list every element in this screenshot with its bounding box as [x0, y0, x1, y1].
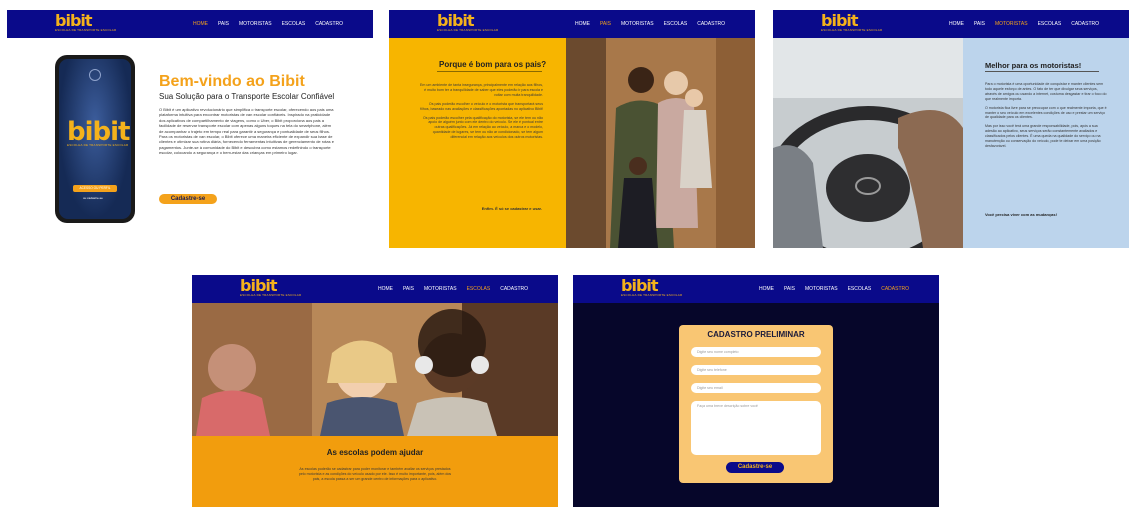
section-title: Melhor para os motoristas! [985, 61, 1082, 70]
logo-text: bibit [821, 11, 859, 30]
logo-text: bibit [55, 11, 93, 30]
submit-button[interactable]: Cadastre-se [726, 462, 784, 473]
paragraph: Os pais poderão escolher o veículo e o m… [420, 101, 543, 111]
nav-escolas[interactable]: ESCOLAS [848, 286, 872, 292]
nav-home[interactable]: HOME [759, 286, 774, 292]
signup-button[interactable]: Cadastre-se [159, 194, 217, 204]
nav-cadastro[interactable]: CADASTRO [500, 286, 528, 292]
form-title: CADASTRO PRELIMINAR [707, 330, 805, 339]
brand-logo[interactable]: bibit ESCOLHA DE TRANSPORTE ESCOLAR [55, 11, 117, 34]
section-text: As escolas poderão se cadastrar para pod… [298, 467, 452, 481]
motoristas-content: Melhor para os motoristas! Para o motori… [963, 38, 1129, 248]
nav-motoristas[interactable]: MOTORISTAS [424, 286, 457, 292]
steering-wheel-photo [773, 38, 963, 248]
nav-cadastro[interactable]: CADASTRO [697, 21, 725, 27]
pais-content: Porque é bom para os pais? Em um ambient… [389, 38, 566, 248]
paragraph: Em um ambiente de tanta insegurança, pri… [419, 83, 543, 97]
nav-home[interactable]: HOME [378, 286, 393, 292]
phone-screen: bibit ESCOLHA DE TRANSPORTE ESCOLAR ACES… [59, 59, 131, 219]
page-title: Bem-vindo ao Bibit [159, 73, 305, 90]
nav-escolas[interactable]: ESCOLAS [467, 286, 491, 292]
logo-tagline: ESCOLHA DE TRANSPORTE ESCOLAR [621, 293, 683, 297]
home-panel: bibit ESCOLHA DE TRANSPORTE ESCOLAR HOME… [7, 10, 373, 248]
nav-home[interactable]: HOME [949, 21, 964, 27]
phone-logo-tagline: ESCOLHA DE TRANSPORTE ESCOLAR [67, 143, 129, 147]
description-textarea[interactable] [691, 401, 821, 455]
nav-cadastro[interactable]: CADASTRO [881, 286, 909, 292]
nav-links: HOME PAIS MOTORISTAS ESCOLAS CADASTRO [759, 275, 909, 303]
section-cta: Você precisa viver com as mudanças! [985, 212, 1057, 217]
section-title: Porque é bom para os pais? [439, 60, 547, 69]
paragraph: Mas por isso você terá uma grande respon… [985, 124, 1101, 148]
navbar: bibit ESCOLHA DE TRANSPORTE ESCOLAR HOME… [773, 10, 1129, 38]
nav-home[interactable]: HOME [193, 21, 208, 27]
nav-links: HOME PAIS MOTORISTAS ESCOLAS CADASTRO [193, 10, 343, 38]
divider [437, 71, 542, 72]
phone-input[interactable] [691, 365, 821, 375]
family-photo [566, 38, 755, 248]
nav-links: HOME PAIS MOTORISTAS ESCOLAS CADASTRO [378, 275, 528, 303]
logo-text: bibit [621, 276, 659, 295]
nav-motoristas[interactable]: MOTORISTAS [239, 21, 272, 27]
nav-escolas[interactable]: ESCOLAS [282, 21, 306, 27]
nav-motoristas[interactable]: MOTORISTAS [805, 286, 838, 292]
brand-logo[interactable]: bibit ESCOLHA DE TRANSPORTE ESCOLAR [621, 276, 683, 299]
navbar: bibit ESCOLHA DE TRANSPORTE ESCOLAR HOME… [7, 10, 373, 38]
nav-home[interactable]: HOME [575, 21, 590, 27]
badge-icon [89, 69, 101, 81]
phone-logo-text: bibit [67, 117, 130, 147]
intro-text: O Bibit é um aplicativo revolucionário q… [159, 107, 334, 156]
paragraph: O motorista fica livre para se preocupar… [985, 105, 1107, 120]
nav-cadastro[interactable]: CADASTRO [315, 21, 343, 27]
motoristas-panel: bibit ESCOLHA DE TRANSPORTE ESCOLAR HOME… [773, 10, 1129, 248]
nav-motoristas[interactable]: MOTORISTAS [621, 21, 654, 27]
logo-tagline: ESCOLHA DE TRANSPORTE ESCOLAR [55, 28, 117, 32]
nav-pais[interactable]: PAIS [218, 21, 229, 27]
nav-links: HOME PAIS MOTORISTAS ESCOLAS CADASTRO [575, 10, 725, 38]
nav-motoristas[interactable]: MOTORISTAS [995, 21, 1028, 27]
signup-form: CADASTRO PRELIMINAR Cadastre-se [679, 325, 833, 483]
navbar: bibit ESCOLHA DE TRANSPORTE ESCOLAR HOME… [192, 275, 558, 303]
nav-cadastro[interactable]: CADASTRO [1071, 21, 1099, 27]
nav-escolas[interactable]: ESCOLAS [1038, 21, 1062, 27]
brand-logo[interactable]: bibit ESCOLHA DE TRANSPORTE ESCOLAR [821, 11, 883, 34]
nav-pais[interactable]: PAIS [600, 21, 611, 27]
logo-tagline: ESCOLHA DE TRANSPORTE ESCOLAR [240, 293, 302, 297]
phone-access-button: ACESSO OU PERFIL [73, 185, 117, 192]
divider [985, 71, 1099, 72]
section-title: As escolas podem ajudar [326, 448, 424, 457]
navbar: bibit ESCOLHA DE TRANSPORTE ESCOLAR HOME… [573, 275, 939, 303]
brand-logo[interactable]: bibit ESCOLHA DE TRANSPORTE ESCOLAR [240, 276, 302, 299]
nav-links: HOME PAIS MOTORISTAS ESCOLAS CADASTRO [949, 10, 1099, 38]
nav-pais[interactable]: PAIS [974, 21, 985, 27]
escolas-panel: bibit ESCOLHA DE TRANSPORTE ESCOLAR HOME… [192, 275, 558, 507]
navbar: bibit ESCOLHA DE TRANSPORTE ESCOLAR HOME… [389, 10, 755, 38]
section-cta: Enfim. É só se cadastrar e usar. [481, 206, 542, 211]
escolas-content: As escolas podem ajudar As escolas poder… [192, 436, 558, 507]
cadastro-panel: bibit ESCOLHA DE TRANSPORTE ESCOLAR HOME… [573, 275, 939, 507]
phone-logo: bibit ESCOLHA DE TRANSPORTE ESCOLAR [67, 117, 130, 147]
section-text: Em um ambiente de tanta insegurança, pri… [419, 83, 543, 144]
logo-text: bibit [240, 276, 278, 295]
email-input[interactable] [691, 383, 821, 393]
logo-tagline: ESCOLHA DE TRANSPORTE ESCOLAR [821, 28, 883, 32]
name-input[interactable] [691, 347, 821, 357]
students-photo [192, 303, 558, 436]
phone-signup-link: ou cadastre-se [83, 196, 103, 200]
paragraph: Os pais poderão escolher pela qualificaç… [422, 115, 543, 140]
nav-escolas[interactable]: ESCOLAS [664, 21, 688, 27]
pais-panel: bibit ESCOLHA DE TRANSPORTE ESCOLAR HOME… [389, 10, 755, 248]
brand-logo[interactable]: bibit ESCOLHA DE TRANSPORTE ESCOLAR [437, 11, 499, 34]
phone-mockup: bibit ESCOLHA DE TRANSPORTE ESCOLAR ACES… [55, 55, 135, 223]
logo-text: bibit [437, 11, 475, 30]
nav-pais[interactable]: PAIS [403, 286, 414, 292]
paragraph: Para o motorista é uma oportunidade de c… [985, 82, 1107, 101]
page-subtitle: Sua Solução para o Transporte Escolar Co… [159, 92, 335, 101]
logo-tagline: ESCOLHA DE TRANSPORTE ESCOLAR [437, 28, 499, 32]
nav-pais[interactable]: PAIS [784, 286, 795, 292]
section-text: Para o motorista é uma oportunidade de c… [985, 82, 1107, 153]
